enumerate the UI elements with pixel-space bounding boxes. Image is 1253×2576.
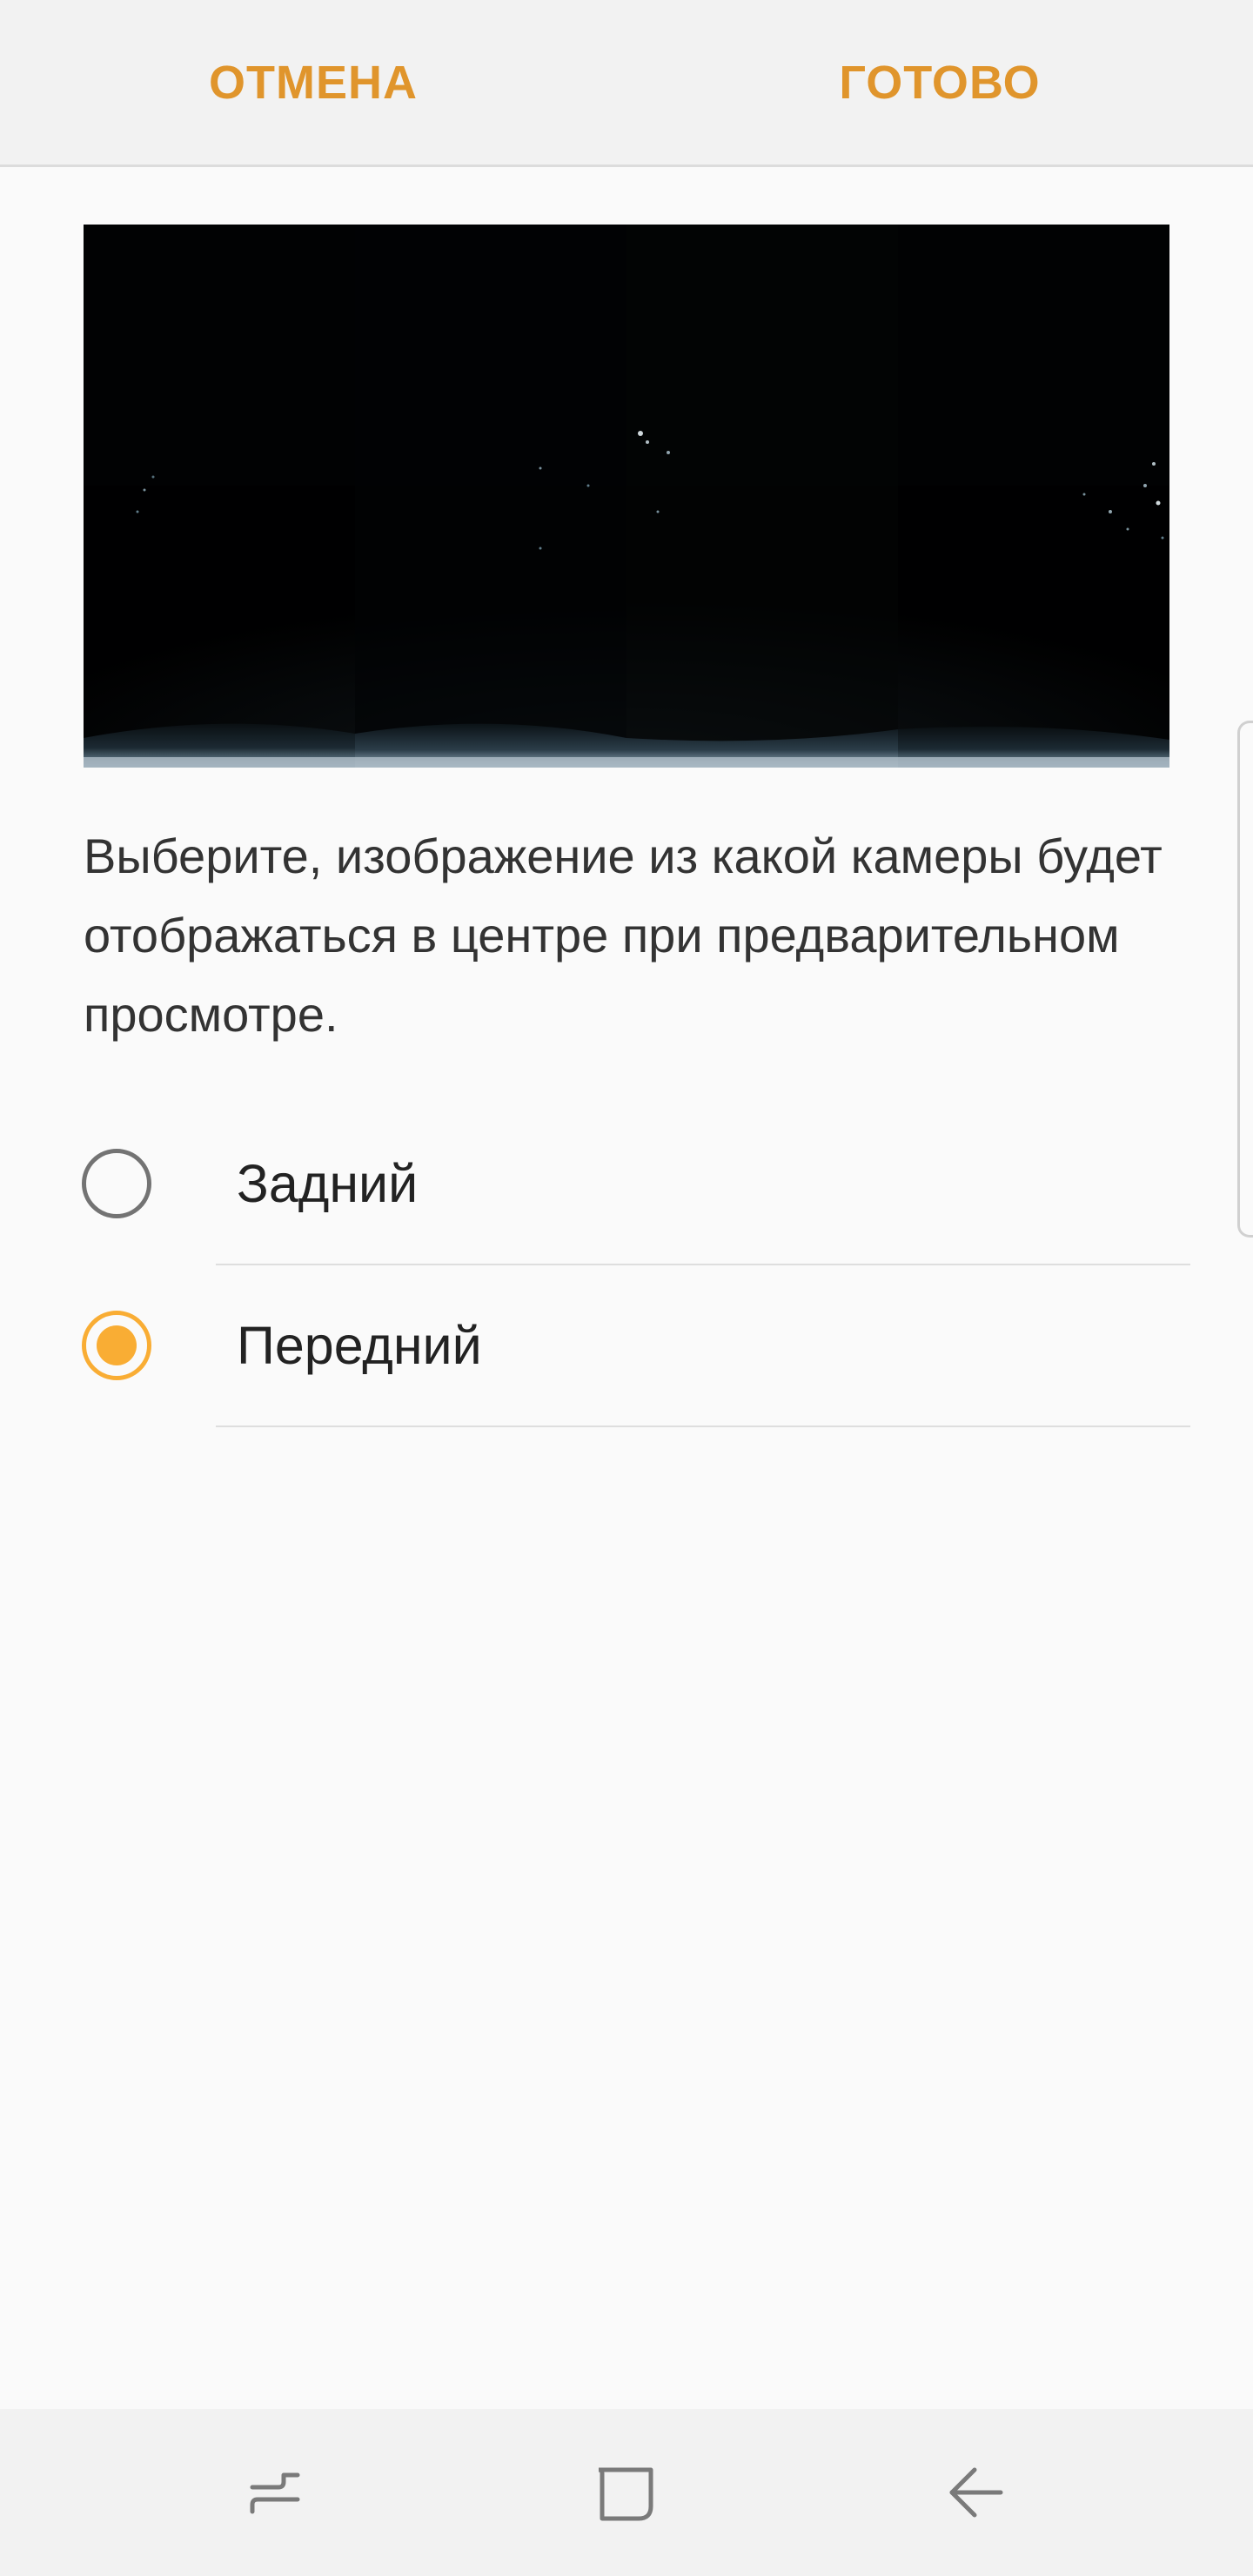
option-label-front: Передний	[237, 1316, 482, 1375]
home-button[interactable]	[583, 2451, 667, 2534]
radio-selected-dot	[97, 1325, 137, 1365]
radio-rear-camera[interactable]	[82, 1149, 151, 1218]
radio-front-camera[interactable]	[82, 1311, 151, 1380]
description-text: Выберите, изображение из какой камеры бу…	[84, 828, 1163, 1042]
back-button[interactable]	[933, 2451, 1016, 2534]
option-label-rear: Задний	[237, 1154, 419, 1213]
option-rear-camera[interactable]: Задний	[0, 1104, 1253, 1264]
done-button[interactable]: ГОТОВО	[626, 0, 1253, 164]
divider	[216, 1426, 1190, 1427]
cancel-button[interactable]: ОТМЕНА	[0, 0, 626, 164]
system-navigation-bar	[0, 2409, 1253, 2576]
option-front-camera[interactable]: Передний	[0, 1265, 1253, 1426]
back-icon	[949, 2467, 1003, 2518]
panorama-preview-graphic	[84, 225, 1169, 768]
top-action-bar: ОТМЕНА ГОТОВО	[0, 0, 1253, 167]
home-icon	[598, 2467, 653, 2521]
camera-preview-image	[84, 225, 1169, 768]
recent-apps-button[interactable]	[233, 2451, 317, 2534]
recent-apps-icon	[250, 2472, 300, 2514]
